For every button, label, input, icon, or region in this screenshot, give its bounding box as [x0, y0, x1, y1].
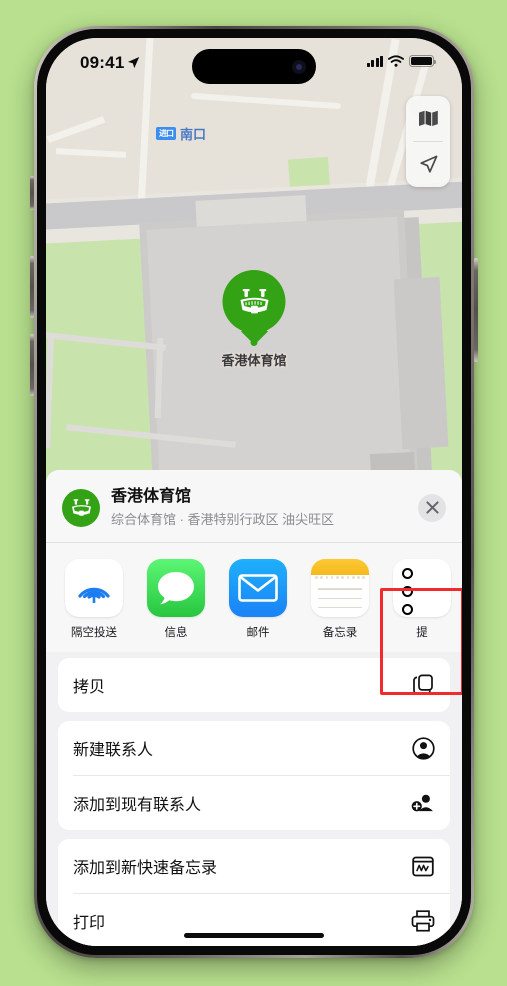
copy-icon: [411, 673, 435, 697]
action-group: 新建联系人 添加到现有联系人: [58, 721, 450, 831]
entrance-label-text: 南口: [180, 127, 207, 142]
action-row-copy[interactable]: 拷贝: [58, 658, 450, 712]
phone-bezel: 进口 南口 香港体育馆 09:41 香港体育馆 综合体育馆 · 香港特别行政区 …: [37, 29, 471, 955]
airdrop-icon: [65, 559, 123, 618]
action-label: 添加到现有联系人: [73, 797, 202, 815]
stadium-icon: [62, 488, 100, 527]
dynamic-island: [192, 49, 316, 84]
front-camera-icon: [292, 59, 306, 74]
map-controls[interactable]: [406, 96, 450, 187]
action-row-add-to-contact[interactable]: 添加到现有联系人: [58, 776, 450, 830]
share-app-reminders[interactable]: 提: [390, 559, 454, 640]
share-sheet: 香港体育馆 综合体育馆 · 香港特别行政区 油尖旺区 隔空投送 信息 邮件 备忘…: [46, 470, 462, 946]
action-group: 添加到新快速备忘录 打印: [58, 839, 450, 946]
messages-icon: [147, 559, 205, 618]
poi-pin[interactable]: [222, 270, 286, 333]
action-label: 打印: [73, 915, 106, 933]
close-button[interactable]: [418, 493, 446, 522]
share-app-mail[interactable]: 邮件: [226, 559, 290, 640]
add-to-contact-icon: [411, 791, 435, 815]
share-sheet-title-block: 香港体育馆 综合体育馆 · 香港特别行政区 油尖旺区: [111, 487, 418, 528]
action-label: 新建联系人: [73, 742, 154, 760]
entrance-badge: 进口: [156, 127, 176, 140]
app-label: 隔空投送: [71, 627, 117, 640]
poi-anchor-dot: [250, 339, 258, 346]
action-row-quick-note[interactable]: 添加到新快速备忘录: [58, 839, 450, 893]
page-title: 香港体育馆: [111, 488, 192, 505]
quick-note-icon: [411, 854, 435, 878]
action-row-new-contact[interactable]: 新建联系人: [58, 721, 450, 775]
close-icon: [425, 501, 439, 514]
share-app-notes[interactable]: 备忘录: [308, 559, 372, 640]
power-button[interactable]: [474, 258, 478, 362]
share-app-messages[interactable]: 信息: [144, 559, 208, 640]
poi-label: 香港体育馆: [221, 353, 287, 368]
mail-icon: [229, 559, 287, 618]
action-button[interactable]: [30, 176, 34, 210]
reminders-icon: [393, 559, 451, 618]
volume-down-button[interactable]: [30, 334, 34, 396]
share-app-row[interactable]: 隔空投送 信息 邮件 备忘录 提: [46, 543, 462, 653]
phone-screen: 进口 南口 香港体育馆 09:41 香港体育馆 综合体育馆 · 香港特别行政区 …: [46, 38, 462, 946]
app-label: 提: [416, 627, 428, 640]
map-entrance-label[interactable]: 进口 南口: [156, 124, 206, 143]
phone-frame: 进口 南口 香港体育馆 09:41 香港体育馆 综合体育馆 · 香港特别行政区 …: [30, 26, 478, 958]
location-arrow-icon: [419, 155, 437, 173]
share-sheet-header: 香港体育馆 综合体育馆 · 香港特别行政区 油尖旺区: [46, 470, 462, 543]
map-layers-button[interactable]: [406, 96, 450, 141]
current-location-button[interactable]: [406, 142, 450, 187]
action-group: 拷贝: [58, 658, 450, 713]
home-indicator[interactable]: [184, 933, 324, 938]
stadium-pin-icon: [239, 288, 268, 313]
share-action-list: 拷贝 新建联系人 添加到现有联系人 添加到新快速备忘录 打印: [46, 652, 462, 946]
app-label: 信息: [164, 627, 188, 640]
page-subtitle: 综合体育馆 · 香港特别行政区 油尖旺区: [111, 512, 335, 528]
map-icon: [418, 110, 438, 126]
action-label: 添加到新快速备忘录: [73, 860, 218, 878]
app-label: 备忘录: [322, 627, 358, 640]
new-contact-icon: [411, 736, 435, 760]
app-label: 邮件: [246, 627, 270, 640]
action-row-print[interactable]: 打印: [58, 894, 450, 946]
poi-marker[interactable]: 香港体育馆: [221, 270, 287, 369]
share-app-airdrop[interactable]: 隔空投送: [62, 559, 126, 640]
notes-icon: [311, 559, 369, 618]
print-icon: [411, 909, 435, 933]
action-label: 拷贝: [73, 679, 106, 697]
volume-up-button[interactable]: [30, 256, 34, 318]
